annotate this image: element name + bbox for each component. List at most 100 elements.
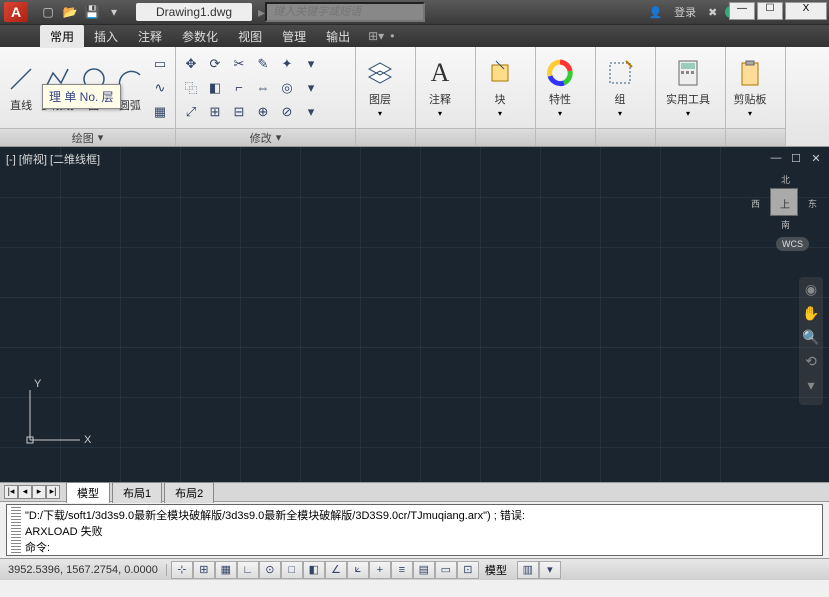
- panel-title-modify[interactable]: 修改▾: [176, 128, 355, 146]
- window-close-button[interactable]: X: [785, 2, 827, 20]
- status-grid-icon[interactable]: ▦: [215, 561, 237, 579]
- group-button[interactable]: 组▾: [600, 57, 640, 118]
- nav-zoom-icon[interactable]: 🔍: [799, 329, 823, 353]
- app-logo[interactable]: A: [4, 2, 28, 22]
- nav-show-icon[interactable]: ▾: [799, 377, 823, 401]
- hatch-icon[interactable]: ▦: [149, 101, 171, 123]
- utilities-button[interactable]: 实用工具▾: [660, 57, 716, 118]
- clipboard-button[interactable]: 剪贴板▾: [730, 57, 770, 118]
- status-otrack-icon[interactable]: ∠: [325, 561, 347, 579]
- tab-view[interactable]: 视图: [228, 25, 272, 48]
- erase-icon[interactable]: ✎: [252, 53, 274, 75]
- status-tpy-icon[interactable]: ▤: [413, 561, 435, 579]
- viewcube[interactable]: 北 南 东 西 上: [759, 177, 809, 227]
- status-qp-icon[interactable]: ▭: [435, 561, 457, 579]
- join-icon[interactable]: ⊕: [252, 101, 274, 123]
- nav-wheel-icon[interactable]: ◉: [799, 281, 823, 305]
- open-icon[interactable]: 📂: [60, 3, 80, 21]
- viewport-maximize-icon[interactable]: ☐: [789, 152, 803, 166]
- qat-dropdown-icon[interactable]: ▾: [104, 3, 124, 21]
- status-polar-icon[interactable]: ⊙: [259, 561, 281, 579]
- panel-layer: 图层▾: [356, 47, 416, 146]
- viewport-close-icon[interactable]: ✕: [809, 152, 823, 166]
- layer-button[interactable]: 图层▾: [360, 57, 400, 118]
- ucs-x-label: X: [84, 434, 91, 446]
- tab-last-icon[interactable]: ▸|: [46, 485, 60, 499]
- save-icon[interactable]: 💾: [82, 3, 102, 21]
- status-3dosnap-icon[interactable]: ◧: [303, 561, 325, 579]
- explode-icon[interactable]: ✦: [276, 53, 298, 75]
- nav-pan-icon[interactable]: ✋: [799, 305, 823, 329]
- tab-layout2[interactable]: 布局2: [164, 482, 214, 503]
- status-lwt-icon[interactable]: ≡: [391, 561, 413, 579]
- wcs-badge[interactable]: WCS: [776, 237, 809, 251]
- nav-orbit-icon[interactable]: ⟲: [799, 353, 823, 377]
- infocenter-icon[interactable]: 👤: [644, 6, 666, 19]
- spline-icon[interactable]: ∿: [149, 77, 171, 99]
- line-button[interactable]: 直线: [4, 63, 38, 113]
- annotation-button[interactable]: A 注释▾: [420, 57, 460, 118]
- status-osnap-icon[interactable]: □: [281, 561, 303, 579]
- status-quickview-icon[interactable]: ▥: [517, 561, 539, 579]
- cmd-prompt: 命令:: [11, 539, 818, 555]
- rotate-icon[interactable]: ⟳: [204, 53, 226, 75]
- status-space[interactable]: 模型: [479, 562, 513, 578]
- rectangle-icon[interactable]: ▭: [149, 53, 171, 75]
- tab-first-icon[interactable]: |◂: [4, 485, 18, 499]
- window-minimize-button[interactable]: —: [729, 2, 755, 20]
- fillet-icon[interactable]: ⌐: [228, 77, 250, 99]
- status-quickview2-icon[interactable]: ▾: [539, 561, 561, 579]
- search-input[interactable]: [265, 2, 425, 22]
- viewport-minimize-icon[interactable]: —: [769, 152, 783, 166]
- coordinates[interactable]: 3952.5396, 1567.2754, 0.0000: [0, 564, 167, 576]
- status-snap-icon[interactable]: ⊞: [193, 561, 215, 579]
- stretch-icon[interactable]: ⇔: [252, 77, 274, 99]
- panel-title-utilities: [656, 128, 725, 146]
- command-line[interactable]: "D:/下载/soft1/3d3s9.0最新全模块破解版/3d3s9.0最新全模…: [6, 504, 823, 556]
- tab-more-icon[interactable]: •: [390, 29, 394, 43]
- tab-manage[interactable]: 管理: [272, 25, 316, 48]
- mirror-icon[interactable]: ◧: [204, 77, 226, 99]
- exchange-icon[interactable]: ✖: [704, 6, 721, 19]
- panel-title-draw[interactable]: 绘图▾: [0, 128, 175, 146]
- tab-model[interactable]: 模型: [66, 482, 110, 503]
- properties-button[interactable]: 特性▾: [540, 57, 580, 118]
- arrayr-icon[interactable]: ⊟: [228, 101, 250, 123]
- tab-output[interactable]: 输出: [316, 25, 360, 48]
- tab-prev-icon[interactable]: ◂: [18, 485, 32, 499]
- modify-icons: ✥ ⟳ ✂ ✎ ✦ ⿻ ◧ ⌐ ⇔ ◎ ⤢ ⊞ ⊟ ⊕ ⊘: [180, 53, 298, 123]
- tab-layout1[interactable]: 布局1: [112, 482, 162, 503]
- tab-parametric[interactable]: 参数化: [172, 25, 228, 48]
- move-icon[interactable]: ✥: [180, 53, 202, 75]
- drawing-canvas[interactable]: [-] [俯视] [二维线框] — ☐ ✕ 北 南 东 西 上 WCS ◉ ✋ …: [0, 147, 829, 482]
- login-button[interactable]: 登录: [670, 4, 700, 20]
- extra2-icon[interactable]: ▾: [300, 77, 322, 99]
- offset-icon[interactable]: ◎: [276, 77, 298, 99]
- status-sc-icon[interactable]: ⊡: [457, 561, 479, 579]
- cmdline-grip-icon[interactable]: [11, 507, 21, 553]
- break-icon[interactable]: ⊘: [276, 101, 298, 123]
- ucs-icon[interactable]: Y X: [18, 382, 88, 452]
- layer-icon: [364, 57, 396, 89]
- status-ortho-icon[interactable]: ∟: [237, 561, 259, 579]
- array-icon[interactable]: ⊞: [204, 101, 226, 123]
- tab-next-icon[interactable]: ▸: [32, 485, 46, 499]
- extra3-icon[interactable]: ▾: [300, 101, 322, 123]
- tab-home[interactable]: 常用: [40, 25, 84, 48]
- viewcube-face[interactable]: 上: [770, 188, 798, 216]
- status-ducs-icon[interactable]: ⟀: [347, 561, 369, 579]
- status-infer-icon[interactable]: ⊹: [171, 561, 193, 579]
- tab-insert[interactable]: 插入: [84, 25, 128, 48]
- status-dyn-icon[interactable]: +: [369, 561, 391, 579]
- new-icon[interactable]: ▢: [38, 3, 58, 21]
- copy-icon[interactable]: ⿻: [180, 77, 202, 99]
- extra1-icon[interactable]: ▾: [300, 53, 322, 75]
- scale-icon[interactable]: ⤢: [180, 101, 202, 123]
- trim-icon[interactable]: ✂: [228, 53, 250, 75]
- tab-annotate[interactable]: 注释: [128, 25, 172, 48]
- viewport-label[interactable]: [-] [俯视] [二维线框]: [6, 151, 100, 167]
- addins-icon[interactable]: ⊞▾: [368, 29, 384, 43]
- block-button[interactable]: 块▾: [480, 57, 520, 118]
- window-maximize-button[interactable]: ☐: [757, 2, 783, 20]
- cmd-output-1: "D:/下载/soft1/3d3s9.0最新全模块破解版/3d3s9.0最新全模…: [11, 507, 818, 523]
